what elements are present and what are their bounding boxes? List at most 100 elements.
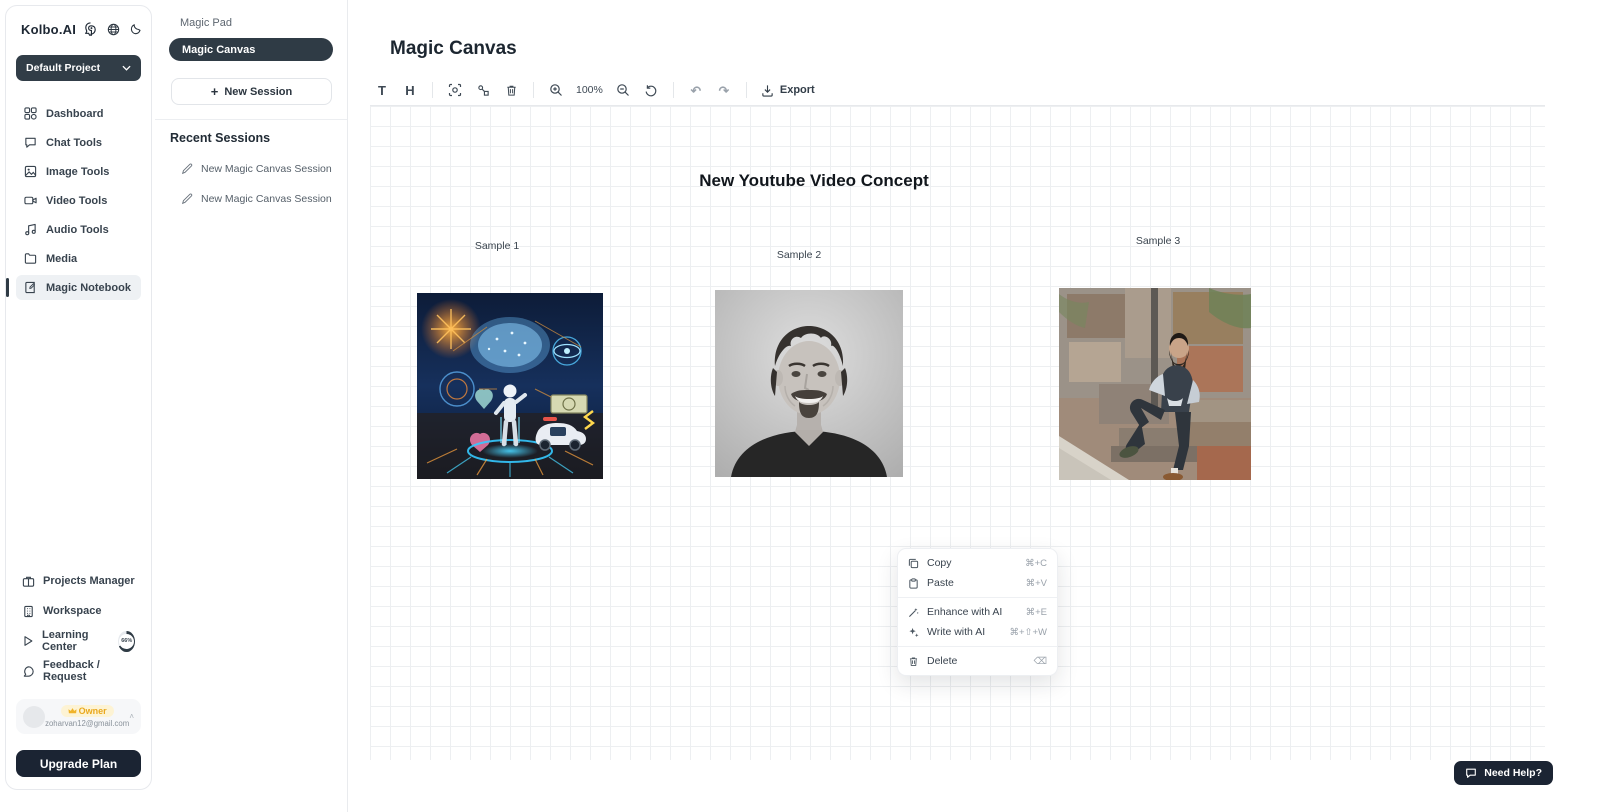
rotate-ccw-icon [644, 83, 658, 97]
project-selector[interactable]: Default Project [16, 55, 141, 81]
session-list-item[interactable]: New Magic Canvas Session [181, 193, 347, 205]
brand-logo: Kolbo.AI [21, 22, 76, 37]
magic-wand-icon [908, 607, 919, 618]
sidebar-item-label: Video Tools [46, 195, 107, 207]
undo-button[interactable]: ↶ [684, 78, 708, 102]
sidebar-item-label: Feedback / Request [43, 659, 135, 683]
reset-rotation-button[interactable] [639, 78, 663, 102]
flow-connect-tool-button[interactable] [471, 78, 495, 102]
sidebar-item-dashboard[interactable]: Dashboard [16, 101, 141, 126]
sidebar-item-label: Chat Tools [46, 137, 102, 149]
pencil-icon [181, 163, 193, 175]
dark-mode-moon-icon[interactable] [129, 23, 142, 36]
zoom-in-icon [549, 83, 563, 97]
building-icon [22, 605, 35, 618]
copy-icon [908, 558, 919, 569]
sidebar-item-learning-center[interactable]: Learning Center 66% [16, 629, 141, 653]
chevron-down-icon [122, 65, 131, 71]
crown-icon [68, 707, 77, 715]
user-chevron-icon: ˄ [129, 712, 134, 721]
text-tool-button[interactable]: T [370, 78, 394, 102]
zoom-out-icon [616, 83, 630, 97]
context-menu: Copy ⌘+C Paste ⌘+V Enhance with AI ⌘+E W… [897, 548, 1058, 676]
sidebar-item-label: Workspace [43, 605, 102, 617]
upgrade-plan-button[interactable]: Upgrade Plan [16, 750, 141, 777]
shortcut-label: ⌘+⇧+W [1009, 627, 1047, 638]
owner-badge: Owner [61, 705, 114, 717]
heading-tool-button[interactable]: H [398, 78, 422, 102]
context-menu-item-delete[interactable]: Delete ⌫ [898, 651, 1057, 671]
dashboard-icon [24, 107, 37, 120]
toolbar-divider [533, 82, 534, 98]
chat-icon [24, 136, 37, 149]
context-menu-item-copy[interactable]: Copy ⌘+C [898, 553, 1057, 573]
recent-sessions-header: Recent Sessions [170, 131, 347, 145]
sidebar-item-media[interactable]: Media [16, 246, 141, 271]
context-menu-divider [898, 646, 1057, 647]
context-menu-item-paste[interactable]: Paste ⌘+V [898, 573, 1057, 593]
context-menu-item-write-with-ai[interactable]: Write with AI ⌘+⇧+W [898, 622, 1057, 642]
sample-3-image[interactable] [1059, 288, 1251, 480]
sample-1-label[interactable]: Sample 1 [475, 240, 519, 252]
session-list-item[interactable]: New Magic Canvas Session [181, 163, 347, 175]
video-icon [24, 194, 37, 207]
sidebar-item-label: Image Tools [46, 166, 109, 178]
sparkles-icon [908, 627, 919, 638]
new-session-button[interactable]: + New Session [171, 78, 332, 105]
sidebar: Kolbo.AI Default Project Dashboard Chat … [5, 5, 152, 790]
sidebar-item-video-tools[interactable]: Video Tools [16, 188, 141, 213]
sidebar-item-feedback[interactable]: Feedback / Request [16, 659, 141, 683]
toolbar-divider [432, 82, 433, 98]
sidebar-item-label: Magic Notebook [46, 282, 131, 294]
canvas-toolbar: T H 100% ↶ ↷ Export [370, 76, 819, 104]
export-button[interactable]: Export [757, 84, 819, 97]
toolbar-divider [673, 82, 674, 98]
shortcut-label: ⌫ [1034, 656, 1047, 667]
user-account-card[interactable]: Owner zoharvan12@gmail.com ˄ [16, 699, 141, 734]
sample-1-image[interactable] [417, 293, 603, 479]
active-session-tab[interactable]: Magic Canvas [169, 38, 333, 61]
need-help-button[interactable]: Need Help? [1454, 761, 1553, 785]
sidebar-footer: Projects Manager Workspace Learning Cent… [16, 569, 141, 777]
sidebar-item-label: Media [46, 253, 77, 265]
shortcut-label: ⌘+E [1026, 607, 1047, 618]
zoom-in-button[interactable] [544, 78, 568, 102]
image-icon [24, 165, 37, 178]
ai-select-tool-button[interactable] [443, 78, 467, 102]
briefcase-icon [22, 575, 35, 588]
sample-3-label[interactable]: Sample 3 [1136, 235, 1180, 247]
pencil-icon [181, 193, 193, 205]
sidebar-item-image-tools[interactable]: Image Tools [16, 159, 141, 184]
sample-2-label[interactable]: Sample 2 [777, 249, 821, 261]
scan-select-icon [448, 83, 462, 97]
sidebar-item-projects-manager[interactable]: Projects Manager [16, 569, 141, 593]
recent-sessions-section: Recent Sessions New Magic Canvas Session… [155, 119, 347, 205]
zoom-out-button[interactable] [611, 78, 635, 102]
learning-progress-value: 66% [119, 634, 134, 649]
language-globe-icon[interactable] [107, 23, 120, 36]
context-menu-divider [898, 597, 1057, 598]
sample-2-image[interactable] [715, 290, 903, 477]
sidebar-item-workspace[interactable]: Workspace [16, 599, 141, 623]
avatar [23, 706, 45, 728]
sidebar-item-audio-tools[interactable]: Audio Tools [16, 217, 141, 242]
download-icon [761, 84, 774, 97]
redo-button[interactable]: ↷ [712, 78, 736, 102]
delete-tool-button[interactable] [499, 78, 523, 102]
audio-icon [24, 223, 37, 236]
play-icon [22, 635, 34, 647]
logo-row: Kolbo.AI [16, 22, 141, 37]
feedback-bubble-icon [22, 665, 35, 678]
flow-nodes-icon [477, 84, 490, 97]
page-title: Magic Canvas [390, 38, 517, 60]
sidebar-item-chat-tools[interactable]: Chat Tools [16, 130, 141, 155]
sidebar-item-magic-notebook[interactable]: Magic Notebook [16, 275, 141, 300]
sessions-panel: Magic Pad Magic Canvas + New Session Rec… [155, 0, 348, 812]
shortcut-label: ⌘+V [1026, 578, 1047, 589]
sidebar-nav: Dashboard Chat Tools Image Tools Video T… [16, 101, 141, 300]
sidebar-item-label: Audio Tools [46, 224, 109, 236]
magic-canvas-workspace[interactable]: New Youtube Video Concept Sample 1 Sampl… [370, 105, 1545, 760]
context-menu-item-enhance-with-ai[interactable]: Enhance with AI ⌘+E [898, 602, 1057, 622]
canvas-heading-text[interactable]: New Youtube Video Concept [699, 171, 929, 191]
toolbar-divider [746, 82, 747, 98]
